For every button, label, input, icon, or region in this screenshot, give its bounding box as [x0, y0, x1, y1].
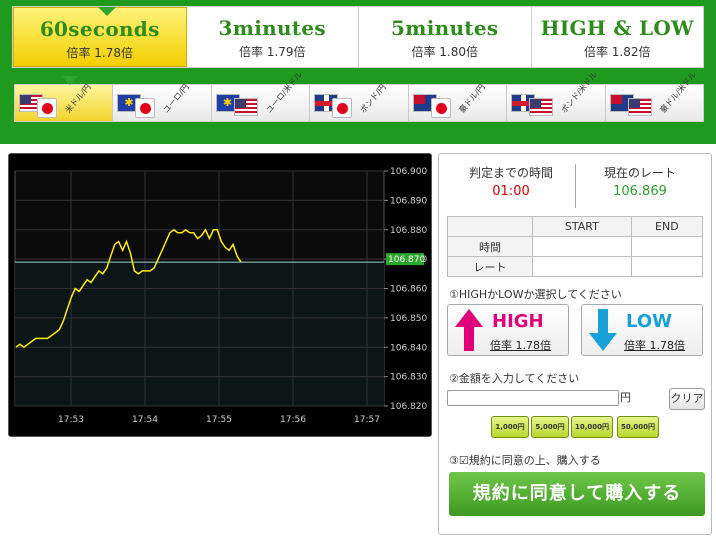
low-label: LOW	[626, 311, 672, 332]
header-bar: 60seconds 倍率 1.78倍 3minutes 倍率 1.79倍 5mi…	[0, 0, 716, 144]
x-tick-label: 17:55	[206, 415, 232, 425]
time-value: 01:00	[492, 184, 530, 199]
time-to-judgement: 判定までの時間 01:00	[447, 164, 575, 199]
x-tick-label: 17:53	[58, 415, 84, 425]
tab-rate: 倍率 1.80倍	[411, 45, 479, 59]
us-flag-icon	[627, 98, 652, 116]
current-price-label: 106.870	[388, 255, 425, 265]
table-cell	[532, 256, 632, 277]
x-tick-label: 17:56	[280, 415, 306, 425]
active-tab-arrow-icon	[98, 7, 116, 16]
y-tick-label: 106.890	[390, 196, 427, 206]
tab-high-low[interactable]: HIGH & LOW 倍率 1.82倍	[531, 7, 703, 67]
high-rate: 倍率 1.78倍	[490, 339, 551, 352]
current-rate: 現在のレート 106.869	[576, 164, 704, 199]
currency-pair-bar: 米ドル/円 ユーロ/円 ユーロ/米ドル ポンド/円 豪ドル/円 ポンド/米ドル	[14, 69, 704, 122]
pair-aud-usd[interactable]: 豪ドル/米ドル	[605, 69, 703, 121]
table-header	[447, 216, 533, 237]
x-tick-label: 17:54	[132, 415, 158, 425]
pair-label: 米ドル/円	[63, 81, 93, 115]
tab-5minutes[interactable]: 5minutes 倍率 1.80倍	[359, 7, 532, 67]
pair-gbp-jpy[interactable]: ポンド/円	[310, 81, 409, 121]
trade-panel: 判定までの時間 01:00 現在のレート 106.869 START END 時…	[438, 153, 712, 535]
tab-3minutes[interactable]: 3minutes 倍率 1.79倍	[186, 7, 359, 67]
tab-rate: 倍率 1.78倍	[66, 46, 134, 60]
agree-purchase-button[interactable]: 規約に同意して購入する	[449, 472, 705, 516]
up-arrow-icon	[455, 309, 483, 351]
price-chart: 106.900 106.890 106.880 106.870 106.860 106.8…	[8, 153, 432, 437]
y-tick-label: 106.840	[390, 343, 427, 353]
price-chart-svg: 106.900 106.890 106.880 106.870 106.860 106.8…	[14, 167, 427, 425]
tab-60seconds[interactable]: 60seconds 倍率 1.78倍	[13, 7, 187, 67]
pair-label: ポンド/米ドル	[559, 69, 600, 115]
y-tick-label: 106.900	[390, 167, 427, 177]
expiry-tabs: 60seconds 倍率 1.78倍 3minutes 倍率 1.79倍 5mi…	[12, 6, 704, 68]
step1-instruction: ①HIGHかLOWか選択してください	[449, 288, 622, 301]
pair-aud-jpy[interactable]: 豪ドル/円	[408, 81, 508, 121]
table-cell	[532, 236, 632, 257]
amount-50000-button[interactable]: 50,000円	[617, 416, 659, 438]
active-pair-arrow-icon	[62, 76, 78, 85]
jp-flag-icon	[430, 98, 451, 118]
high-button[interactable]: HIGH 倍率 1.78倍	[447, 304, 569, 356]
low-rate: 倍率 1.78倍	[624, 339, 685, 352]
step3-instruction[interactable]: ③☑規約に同意の上、購入する	[449, 452, 601, 468]
time-label: 判定までの時間	[468, 166, 553, 180]
y-tick-label: 106.850	[390, 314, 427, 324]
result-table: START END 時間 レート	[447, 216, 704, 277]
amount-10000-button[interactable]: 10,000円	[571, 416, 613, 438]
x-tick-label: 17:57	[354, 415, 380, 425]
table-header: END	[630, 216, 704, 237]
plot-lower-band	[15, 262, 384, 406]
table-header: START	[532, 216, 632, 237]
y-tick-label: 106.880	[390, 226, 427, 236]
tab-rate: 倍率 1.82倍	[583, 45, 651, 59]
tab-title: 3minutes	[218, 16, 326, 40]
trade-info: 判定までの時間 01:00 現在のレート 106.869	[447, 164, 703, 208]
y-tick-label: 106.860	[390, 285, 427, 295]
pair-label: ポンド/円	[358, 81, 388, 115]
tab-rate: 倍率 1.79倍	[238, 45, 306, 59]
table-row: レート	[447, 256, 704, 277]
pair-eur-usd[interactable]: ユーロ/米ドル	[211, 69, 311, 121]
amount-unit: 円	[620, 391, 631, 404]
us-flag-icon	[233, 98, 258, 116]
pair-label: 豪ドル/円	[457, 81, 487, 115]
table-cell	[630, 236, 704, 257]
pair-label: ユーロ/米ドル	[264, 69, 304, 115]
pair-gbp-usd[interactable]: ポンド/米ドル	[507, 69, 606, 121]
us-flag-icon	[529, 98, 554, 116]
down-arrow-icon	[589, 309, 617, 351]
pair-label: 豪ドル/米ドル	[658, 69, 698, 115]
table-header-row: START END	[447, 216, 704, 237]
jp-flag-icon	[37, 98, 57, 118]
table-row-header: 時間	[447, 236, 533, 257]
clear-button[interactable]: クリア	[669, 388, 705, 410]
pair-usd-jpy[interactable]: 米ドル/円	[15, 76, 114, 121]
pair-label: ユーロ/円	[161, 81, 192, 115]
tab-title: 5minutes	[391, 16, 499, 40]
low-button[interactable]: LOW 倍率 1.78倍	[581, 304, 703, 356]
high-label: HIGH	[492, 311, 544, 332]
jp-flag-icon	[332, 98, 353, 118]
y-tick-label: 106.830	[390, 373, 427, 383]
tab-title: HIGH & LOW	[540, 16, 694, 40]
rate-label: 現在のレート	[603, 166, 676, 180]
rate-value: 106.869	[613, 184, 667, 199]
amount-input[interactable]	[447, 390, 619, 406]
y-tick-label: 106.820	[390, 402, 427, 412]
tab-title: 60seconds	[39, 17, 160, 41]
table-row-header: レート	[447, 256, 533, 277]
table-row: 時間	[447, 236, 704, 257]
pair-eur-jpy[interactable]: ユーロ/円	[113, 81, 212, 121]
step2-instruction: ②金額を入力してください	[449, 372, 580, 385]
amount-1000-button[interactable]: 1,000円	[491, 416, 529, 438]
table-cell	[630, 256, 704, 277]
amount-5000-button[interactable]: 5,000円	[531, 416, 569, 438]
jp-flag-icon	[135, 98, 156, 118]
